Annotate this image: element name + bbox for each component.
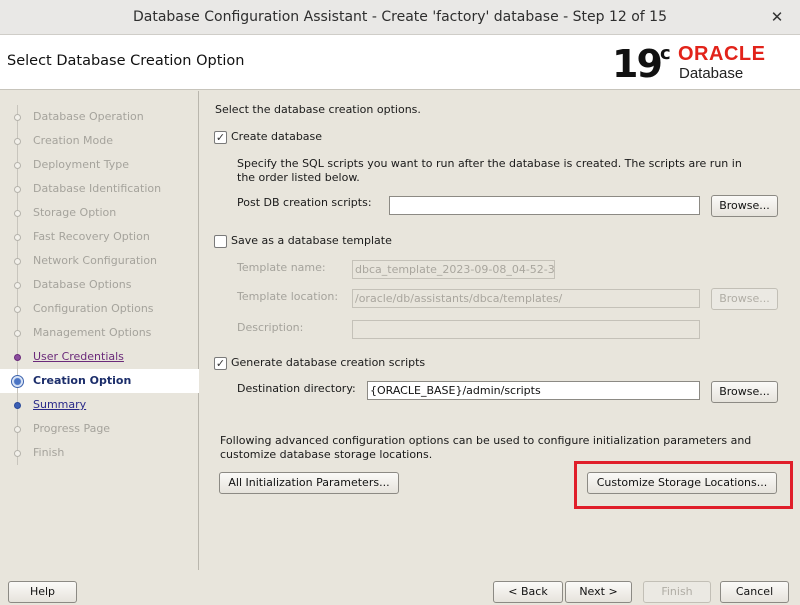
sidebar-step: Configuration Options — [0, 297, 199, 321]
sidebar-step: Network Configuration — [0, 249, 199, 273]
sidebar-step-label: Configuration Options — [33, 302, 154, 315]
step-indicator-icon — [14, 282, 21, 289]
sidebar-step: Finish — [0, 441, 199, 465]
step-indicator-icon — [14, 162, 21, 169]
check-icon: ✓ — [215, 131, 226, 144]
intro-text: Select the database creation options. — [215, 103, 421, 116]
destination-browse-button[interactable]: Browse... — [711, 381, 778, 403]
logo-version: 19 — [612, 42, 663, 86]
sidebar-step: Database Options — [0, 273, 199, 297]
description-label: Description: — [237, 321, 304, 334]
step-indicator-icon — [14, 186, 21, 193]
create-database-checkbox[interactable]: ✓ — [214, 131, 227, 144]
sidebar-step-label: Management Options — [33, 326, 152, 339]
step-indicator-icon — [14, 402, 21, 409]
step-indicator-icon — [14, 258, 21, 265]
step-indicator-icon — [14, 306, 21, 313]
window-title: Database Configuration Assistant - Creat… — [132, 9, 667, 25]
help-button[interactable]: Help — [8, 581, 77, 603]
step-indicator-icon — [14, 354, 21, 361]
next-button[interactable]: Next > — [565, 581, 632, 603]
sidebar-step-label: Network Configuration — [33, 254, 158, 267]
advanced-options-text-2: customize database storage locations. — [220, 448, 433, 461]
sidebar-step: Database Operation — [0, 105, 199, 129]
destination-directory-label: Destination directory: — [237, 382, 356, 395]
all-initialization-parameters-button[interactable]: All Initialization Parameters... — [219, 472, 399, 494]
advanced-options-text-1: Following advanced configuration options… — [220, 434, 752, 447]
sql-scripts-description-1: Specify the SQL scripts you want to run … — [237, 157, 742, 170]
template-location-input[interactable]: /oracle/db/assistants/dbca/templates/ — [352, 289, 700, 308]
sidebar-step-label: User Credentials — [33, 350, 124, 363]
sidebar-step-label: Creation Mode — [33, 134, 114, 147]
step-indicator-icon — [14, 234, 21, 241]
step-indicator-icon — [14, 450, 21, 457]
post-scripts-label: Post DB creation scripts: — [237, 196, 372, 209]
sidebar-step-label: Deployment Type — [33, 158, 130, 171]
highlight-box — [574, 461, 793, 509]
sidebar-step-label: Finish — [33, 446, 65, 459]
step-list: Database Operation Creation Mode Deploymen… — [0, 105, 199, 465]
sidebar-step: Progress Page — [0, 417, 199, 441]
destination-directory-input[interactable]: {ORACLE_BASE}/admin/scripts — [367, 381, 700, 400]
save-template-checkbox[interactable] — [214, 235, 227, 248]
create-database-label: Create database — [231, 130, 323, 143]
cancel-button[interactable]: Cancel — [720, 581, 789, 603]
finish-button[interactable]: Finish — [643, 581, 711, 603]
sidebar-step-label: Summary — [33, 398, 87, 411]
page-header: Select Database Creation Option 19 c ORA… — [0, 35, 800, 90]
step-indicator-icon — [14, 426, 21, 433]
step-indicator-icon — [14, 210, 21, 217]
generate-scripts-checkbox[interactable]: ✓ — [214, 357, 227, 370]
step-indicator-icon — [14, 138, 21, 145]
template-location-browse-button[interactable]: Browse... — [711, 288, 778, 310]
template-name-label: Template name: — [237, 261, 326, 274]
page-title: Select Database Creation Option — [7, 53, 245, 69]
logo-version-sup: c — [660, 43, 671, 64]
sidebar-step-label: Creation Option — [33, 374, 132, 387]
step-navigation-panel: Database Operation Creation Mode Deploymen… — [0, 91, 199, 570]
check-icon: ✓ — [215, 357, 226, 370]
sidebar-step: Storage Option — [0, 201, 199, 225]
sidebar-step-label: Database Operation — [33, 110, 144, 123]
sidebar-step-label: Storage Option — [33, 206, 117, 219]
back-button[interactable]: < Back — [493, 581, 563, 603]
sidebar-step: Deployment Type — [0, 153, 199, 177]
template-location-label: Template location: — [237, 290, 339, 303]
logo-product: Database — [679, 65, 744, 82]
step-indicator-icon — [14, 114, 21, 121]
template-name-input[interactable]: dbca_template_2023-09-08_04-52-3 — [352, 260, 555, 279]
post-scripts-browse-button[interactable]: Browse... — [711, 195, 778, 217]
window-titlebar: Database Configuration Assistant - Creat… — [0, 0, 800, 35]
post-scripts-input[interactable] — [389, 196, 700, 215]
sql-scripts-description-2: the order listed below. — [237, 171, 360, 184]
description-input[interactable] — [352, 320, 700, 339]
sidebar-step: Database Identification — [0, 177, 199, 201]
sidebar-step[interactable]: User Credentials — [0, 345, 199, 369]
sidebar-step: Fast Recovery Option — [0, 225, 199, 249]
sidebar-step-label: Database Identification — [33, 182, 162, 195]
sidebar-step-label: Progress Page — [33, 422, 111, 435]
step-indicator-icon — [14, 330, 21, 337]
sidebar-step[interactable]: Summary — [0, 393, 199, 417]
generate-scripts-label: Generate database creation scripts — [231, 356, 426, 369]
sidebar-step: Management Options — [0, 321, 199, 345]
oracle-database-logo: 19 c ORACLE Database — [612, 41, 792, 87]
sidebar-step: Creation Mode — [0, 129, 199, 153]
save-template-label: Save as a database template — [231, 234, 392, 247]
close-icon[interactable]: ✕ — [768, 8, 786, 26]
main-content: Select the database creation options. ✓ … — [200, 91, 800, 570]
logo-brand: ORACLE — [678, 43, 766, 65]
step-indicator-icon — [11, 375, 24, 388]
sidebar-step-label: Database Options — [33, 278, 132, 291]
sidebar-step[interactable]: Creation Option — [0, 369, 199, 393]
sidebar-step-label: Fast Recovery Option — [33, 230, 150, 243]
